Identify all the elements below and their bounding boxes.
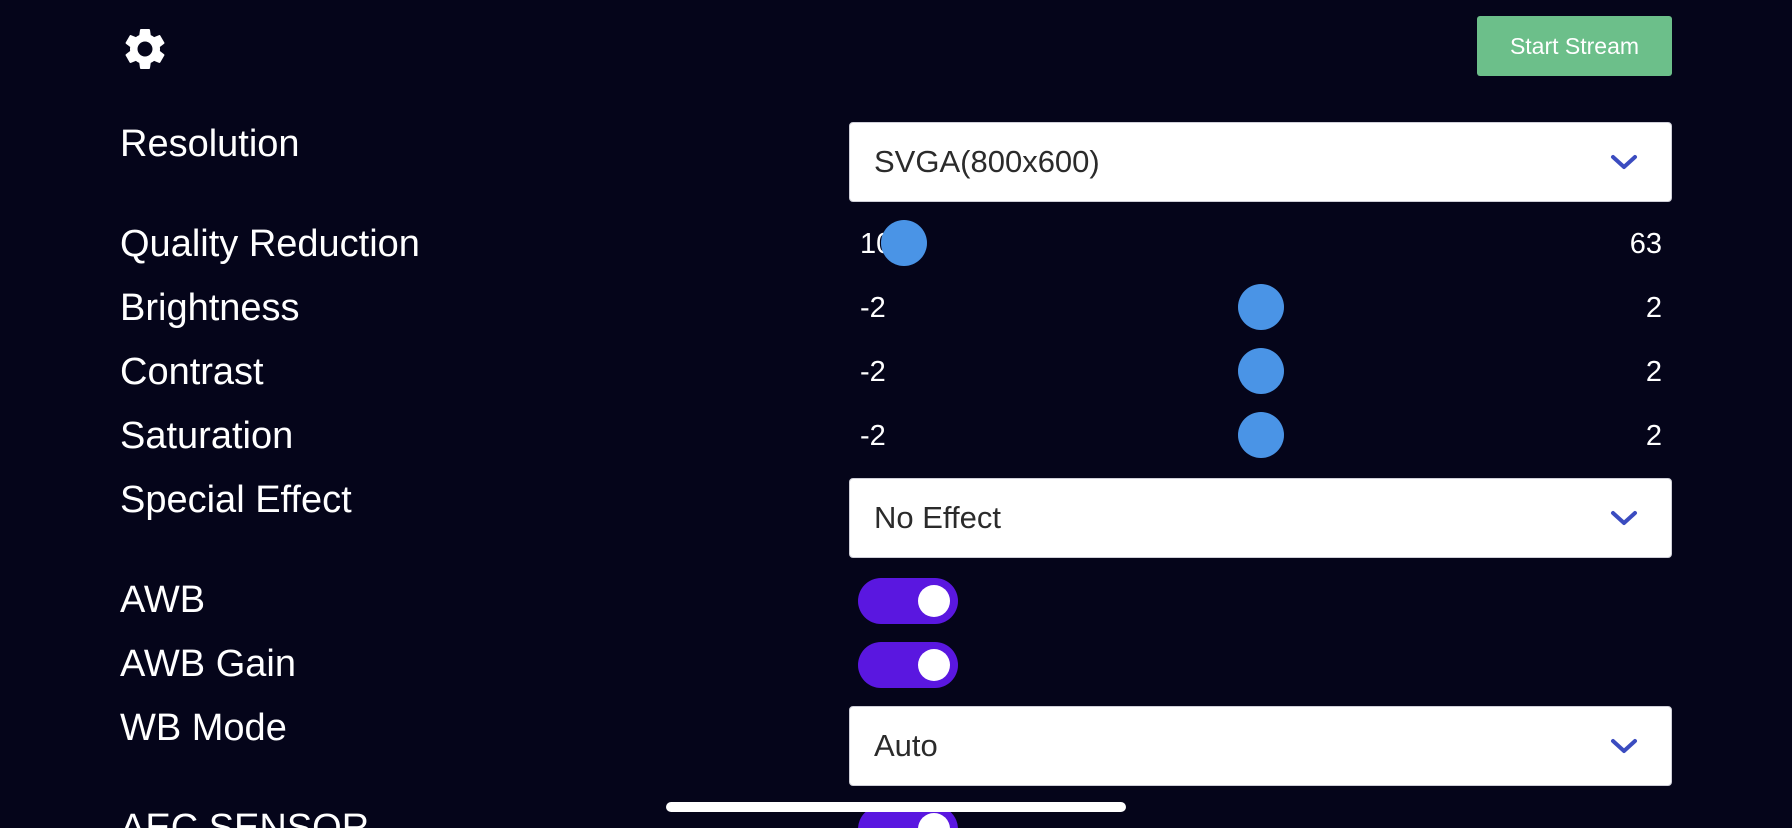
awb-gain-label: AWB Gain: [120, 643, 296, 685]
home-indicator[interactable]: [666, 802, 1126, 812]
brightness-track[interactable]: [904, 284, 1618, 330]
quality-max: 63: [1629, 228, 1662, 260]
start-stream-button[interactable]: Start Stream: [1477, 16, 1672, 76]
saturation-slider-thumb[interactable]: [1238, 412, 1284, 458]
brightness-max: 2: [1645, 292, 1662, 324]
brightness-slider[interactable]: -2 2: [858, 284, 1664, 330]
quality-slider-thumb[interactable]: [881, 220, 927, 266]
awb-gain-toggle[interactable]: [858, 642, 958, 688]
saturation-max: 2: [1645, 420, 1662, 452]
camera-settings-page: Start Stream Resolution SVGA(800x600) Qu…: [0, 0, 1792, 828]
special-effect-select[interactable]: No Effect: [849, 478, 1672, 558]
contrast-min: -2: [860, 356, 886, 388]
brightness-slider-thumb[interactable]: [1238, 284, 1284, 330]
quality-slider[interactable]: 10 63: [858, 220, 1664, 266]
toggle-knob: [918, 813, 950, 828]
toggle-knob: [918, 585, 950, 617]
wb-mode-value: Auto: [874, 728, 938, 763]
awb-label: AWB: [120, 579, 206, 621]
contrast-slider[interactable]: -2 2: [858, 348, 1664, 394]
saturation-track[interactable]: [904, 412, 1618, 458]
special-effect-value: No Effect: [874, 500, 1001, 535]
chevron-down-icon: [1607, 501, 1641, 535]
brightness-min: -2: [860, 292, 886, 324]
resolution-value: SVGA(800x600): [874, 144, 1100, 179]
saturation-slider[interactable]: -2 2: [858, 412, 1664, 458]
wb-mode-label: WB Mode: [120, 707, 287, 749]
special-effect-label: Special Effect: [120, 479, 352, 521]
brightness-label: Brightness: [120, 287, 300, 329]
aec-sensor-label: AEC SENSOR: [120, 807, 370, 828]
contrast-label: Contrast: [120, 351, 264, 393]
resolution-select[interactable]: SVGA(800x600): [849, 122, 1672, 202]
resolution-label: Resolution: [120, 123, 300, 165]
quality-track[interactable]: [881, 220, 1618, 266]
awb-toggle[interactable]: [858, 578, 958, 624]
contrast-slider-thumb[interactable]: [1238, 348, 1284, 394]
contrast-track[interactable]: [904, 348, 1618, 394]
chevron-down-icon: [1607, 729, 1641, 763]
saturation-label: Saturation: [120, 415, 294, 457]
wb-mode-select[interactable]: Auto: [849, 706, 1672, 786]
gear-icon[interactable]: [120, 24, 170, 74]
contrast-max: 2: [1645, 356, 1662, 388]
saturation-min: -2: [860, 420, 886, 452]
quality-label: Quality Reduction: [120, 223, 420, 265]
chevron-down-icon: [1607, 145, 1641, 179]
toggle-knob: [918, 649, 950, 681]
